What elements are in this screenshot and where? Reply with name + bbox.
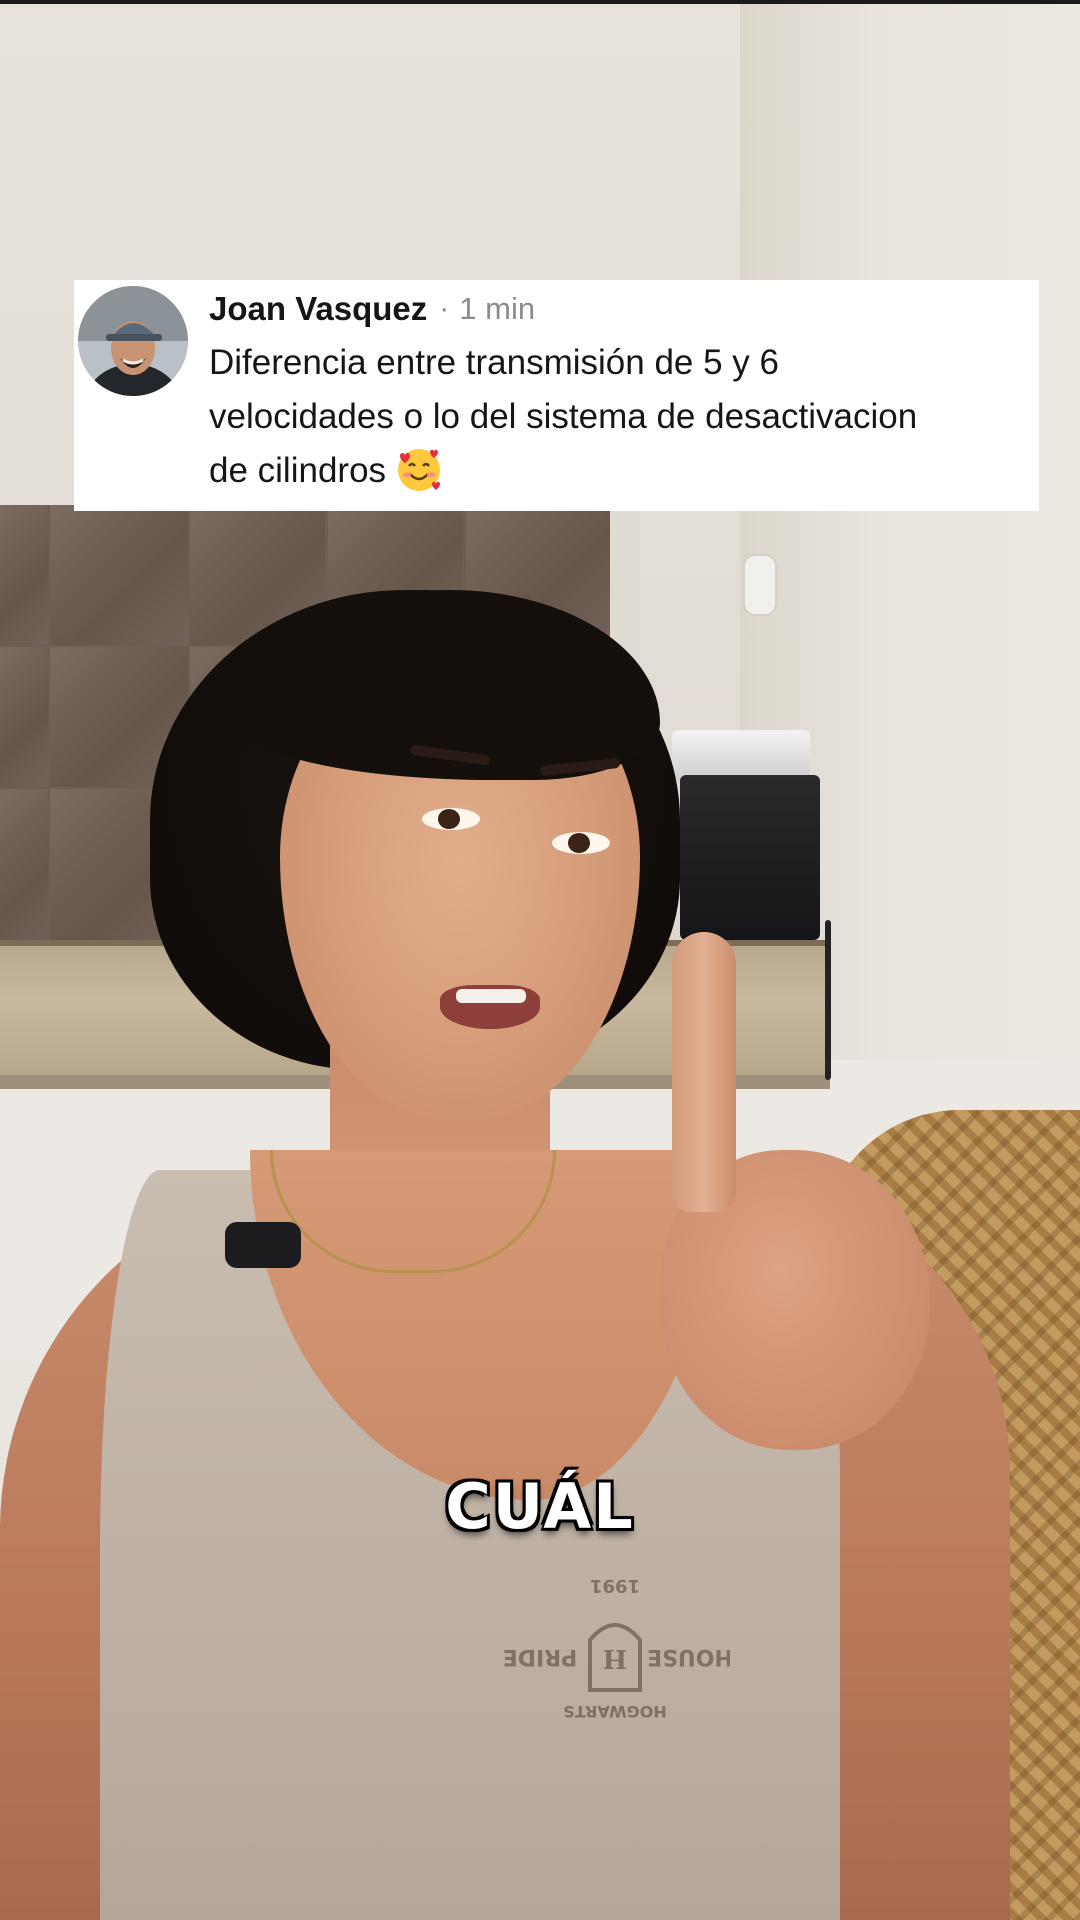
left-eye (422, 808, 480, 830)
power-cable (825, 920, 831, 1080)
svg-text:H: H (603, 1643, 628, 1673)
shirt-print-line3: PRIDE (503, 1644, 578, 1669)
comment-line: Diferencia entre transmisión de 5 y 6 (209, 343, 779, 382)
comment-line-last: de cilindros (209, 444, 1039, 498)
speaker (680, 775, 820, 940)
comment-text: Diferencia entre transmisión de 5 y 6 ve… (209, 336, 1039, 498)
comment-line-text: de cilindros (209, 451, 387, 490)
shirt-print-year: 1991 (590, 1575, 640, 1596)
avatar[interactable] (78, 286, 188, 396)
comment-timestamp: 1 min (459, 291, 536, 326)
mouth (440, 985, 540, 1029)
printer (672, 730, 810, 780)
shirt-print: HOGWARTS H HOUSE PRIDE 1991 (500, 1560, 730, 1730)
author-name[interactable]: Joan Vasquez (209, 290, 427, 328)
wall-switch (745, 556, 775, 614)
shirt-print-line1: HOGWARTS (563, 1702, 666, 1721)
separator-dot: · (439, 292, 450, 325)
comment-reply-card[interactable]: Joan Vasquez · 1 min Diferencia entre tr… (74, 280, 1039, 511)
clip-microphone-icon (225, 1222, 301, 1268)
right-eye (552, 832, 610, 854)
frame-top-edge (0, 0, 1080, 4)
subtitle-caption: CUÁL (445, 1470, 635, 1543)
index-finger (672, 932, 736, 1212)
shirt-print-line2: HOUSE (647, 1644, 730, 1669)
comment-line: velocidades o lo del sistema de desactiv… (209, 397, 918, 436)
smiling-face-with-hearts-icon (394, 444, 444, 494)
comment-header: Joan Vasquez · 1 min (209, 286, 535, 332)
